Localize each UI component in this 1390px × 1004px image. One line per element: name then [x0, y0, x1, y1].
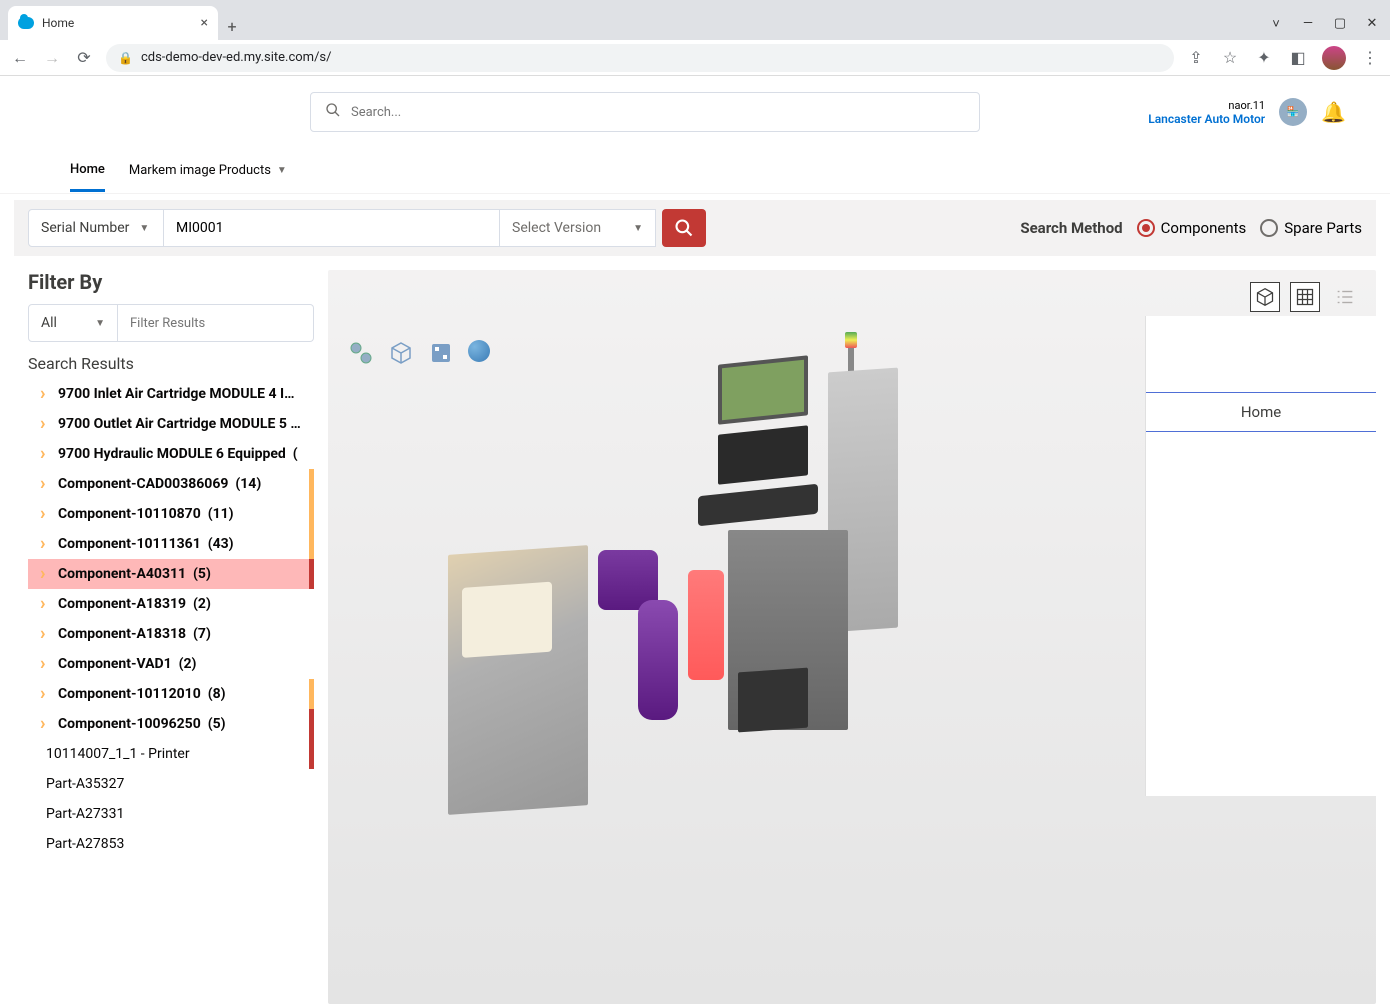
nav-products[interactable]: Markem image Products ▼ — [129, 151, 287, 190]
company-link[interactable]: Lancaster Auto Motor — [1148, 112, 1265, 126]
url-text: cds-demo-dev-ed.my.site.com/s/ — [141, 50, 332, 65]
forward-icon[interactable]: → — [42, 48, 62, 68]
store-icon[interactable]: 🏪 — [1279, 98, 1307, 126]
filter-sidebar: Filter By All ▼ Search Results 9700 Inle… — [28, 270, 314, 1004]
search-field-select[interactable]: Serial Number ▼ — [28, 209, 164, 247]
search-method-label: Search Method — [1020, 219, 1122, 237]
close-icon[interactable]: × — [201, 15, 208, 31]
tree-item[interactable]: Part-A27853 — [28, 829, 314, 859]
new-tab-button[interactable]: + — [218, 12, 246, 40]
url-field[interactable]: 🔒 cds-demo-dev-ed.my.site.com/s/ — [106, 44, 1174, 72]
radio-icon — [1260, 219, 1278, 237]
tree-item[interactable]: Component-CAD00386069 (14) — [28, 469, 314, 499]
tree-item[interactable]: Component-A18319 (2) — [28, 589, 314, 619]
chevron-down-icon: ▼ — [139, 223, 149, 234]
tree-item[interactable]: 9700 Inlet Air Cartridge MODULE 4 IP53 — [28, 379, 314, 409]
view-grid-button[interactable] — [1290, 282, 1320, 312]
filter-scope-label: All — [41, 315, 57, 331]
radio-components[interactable]: Components — [1137, 219, 1247, 237]
view-3d-button[interactable] — [1250, 282, 1280, 312]
tree-item[interactable]: Component-VAD1 (2) — [28, 649, 314, 679]
profile-avatar[interactable] — [1322, 46, 1346, 70]
search-icon — [325, 102, 341, 122]
nav-products-label: Markem image Products — [129, 163, 271, 178]
extensions-icon[interactable]: ✦ — [1254, 48, 1274, 67]
radio-spare-label: Spare Parts — [1284, 219, 1362, 237]
view-list-button[interactable] — [1330, 282, 1360, 312]
tree-item[interactable]: Component-10112010 (8) — [28, 679, 314, 709]
search-field-label: Serial Number — [41, 220, 129, 236]
maximize-icon[interactable]: ▢ — [1326, 16, 1354, 32]
filter-scope-select[interactable]: All ▼ — [28, 304, 118, 342]
reload-icon[interactable]: ⟳ — [74, 48, 94, 67]
results-tree: 9700 Inlet Air Cartridge MODULE 4 IP5397… — [28, 379, 314, 859]
bell-icon[interactable]: 🔔 — [1321, 100, 1346, 124]
exploded-model[interactable] — [428, 350, 988, 870]
breadcrumb-home[interactable]: Home — [1146, 392, 1376, 432]
tool-link-icon[interactable] — [348, 340, 374, 366]
chevron-down-icon: ▼ — [95, 318, 105, 329]
user-info: naor.11 Lancaster Auto Motor — [1148, 99, 1265, 126]
address-bar: ← → ⟳ 🔒 cds-demo-dev-ed.my.site.com/s/ ⇪… — [0, 40, 1390, 76]
close-window-icon[interactable]: ✕ — [1358, 16, 1386, 32]
product-search-bar: Serial Number ▼ Select Version ▼ Search … — [14, 200, 1376, 256]
back-icon[interactable]: ← — [10, 48, 30, 68]
minimize-icon[interactable]: — — [1294, 16, 1322, 32]
tab-title: Home — [42, 16, 74, 30]
global-search[interactable] — [310, 92, 980, 132]
star-icon[interactable]: ☆ — [1220, 48, 1240, 67]
tree-item[interactable]: 10114007_1_1 - Printer — [28, 739, 314, 769]
nav-home[interactable]: Home — [70, 150, 105, 192]
tree-item[interactable]: Component-10111361 (43) — [28, 529, 314, 559]
version-select[interactable]: Select Version ▼ — [500, 209, 656, 247]
kebab-icon[interactable]: ⋮ — [1360, 48, 1380, 67]
tool-cube-icon[interactable] — [388, 340, 414, 366]
tree-item[interactable]: Part-A35327 — [28, 769, 314, 799]
lock-icon: 🔒 — [118, 51, 133, 65]
radio-icon — [1137, 219, 1155, 237]
radio-components-label: Components — [1161, 219, 1247, 237]
browser-tab-strip: Home × + ˅ — ▢ ✕ — [0, 0, 1390, 40]
global-search-input[interactable] — [351, 105, 965, 120]
radio-spare-parts[interactable]: Spare Parts — [1260, 219, 1362, 237]
tree-item[interactable]: Component-A40311 (5) — [28, 559, 314, 589]
tree-item[interactable]: Component-A18318 (7) — [28, 619, 314, 649]
tree-item[interactable]: Component-10096250 (5) — [28, 709, 314, 739]
browser-tab[interactable]: Home × — [8, 6, 218, 40]
tree-item[interactable]: 9700 Outlet Air Cartridge MODULE 5 IP — [28, 409, 314, 439]
username-label: naor.11 — [1148, 99, 1265, 112]
filter-title: Filter By — [28, 270, 314, 294]
app-header: naor.11 Lancaster Auto Motor 🏪 🔔 — [0, 76, 1390, 148]
tree-item[interactable]: 9700 Hydraulic MODULE 6 Equipped ( — [28, 439, 314, 469]
version-placeholder: Select Version — [512, 220, 601, 236]
search-results-title: Search Results — [28, 354, 314, 373]
chevron-down-icon: ▼ — [633, 223, 643, 234]
chevron-down-icon[interactable]: ˅ — [1262, 16, 1290, 32]
tree-item[interactable]: Component-10110870 (11) — [28, 499, 314, 529]
viewer-side-panel: Home — [1146, 316, 1376, 796]
chevron-down-icon: ▼ — [277, 165, 287, 176]
salesforce-icon — [18, 17, 34, 29]
sidepanel-icon[interactable]: ◧ — [1288, 48, 1308, 67]
3d-viewer[interactable]: Home — [328, 270, 1376, 1004]
filter-input[interactable] — [118, 304, 314, 342]
share-icon[interactable]: ⇪ — [1186, 48, 1206, 67]
search-button[interactable] — [662, 209, 706, 247]
serial-input[interactable] — [164, 209, 500, 247]
tree-item[interactable]: Part-A27331 — [28, 799, 314, 829]
main-nav: Home Markem image Products ▼ — [0, 148, 1390, 194]
